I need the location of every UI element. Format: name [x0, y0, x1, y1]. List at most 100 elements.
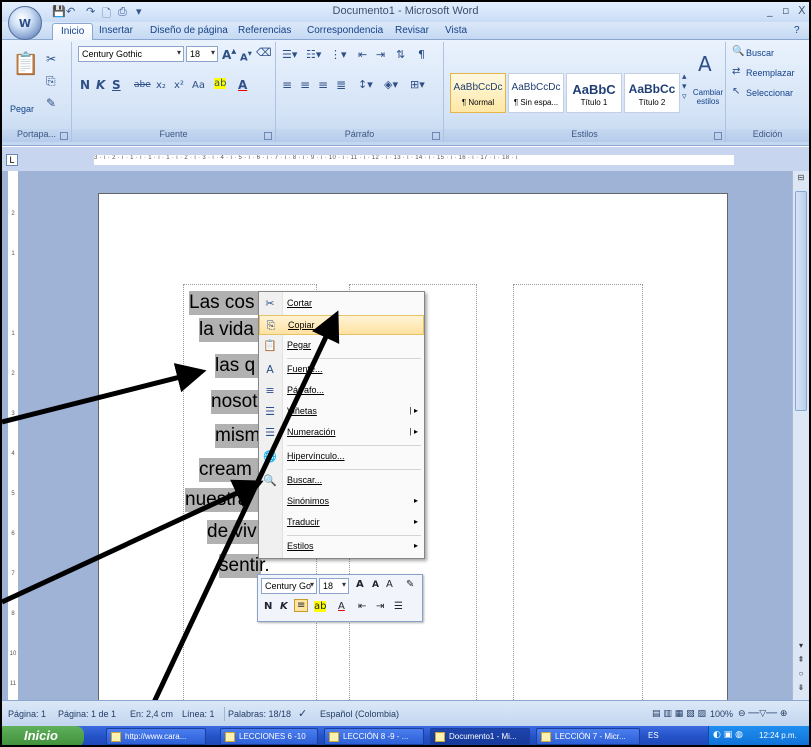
taskbar-item-active[interactable]: Documento1 - Mi...: [430, 728, 530, 745]
paste-icon[interactable]: 📋: [12, 52, 39, 77]
mini-styles-button[interactable]: A: [386, 579, 393, 590]
menu-item-hipervinculo[interactable]: 🌐 Hipervínculo...: [259, 447, 424, 467]
mini-size-combo[interactable]: 18 ▾: [319, 578, 349, 594]
paste-button[interactable]: Pegar: [10, 104, 34, 114]
mini-font-combo[interactable]: Century Go ▾: [261, 578, 317, 594]
taskbar-item[interactable]: http://www.cara...: [106, 728, 206, 745]
numbering-icon[interactable]: ☷▾: [306, 48, 321, 61]
menu-item-numeracion[interactable]: ☰ Numeración | ▸: [259, 423, 424, 443]
scroll-down-icon[interactable]: ▾: [795, 641, 807, 650]
zoom-level[interactable]: 100%: [710, 709, 733, 719]
format-painter-icon[interactable]: ✎: [46, 96, 56, 110]
selected-text-line[interactable]: nosot: [211, 390, 261, 414]
bullets-icon[interactable]: ☰▾: [282, 48, 297, 61]
justify-icon[interactable]: ≣: [336, 78, 346, 92]
menu-item-pegar[interactable]: 📋 Pegar: [259, 336, 424, 356]
tab-selector[interactable]: L: [6, 154, 18, 166]
selected-text-line[interactable]: mism: [215, 424, 261, 448]
tab-correspondencia[interactable]: Correspondencia: [307, 25, 383, 36]
font-launcher-icon[interactable]: [264, 132, 272, 140]
italic-button[interactable]: K: [96, 78, 105, 92]
multilevel-list-icon[interactable]: ⋮▾: [330, 48, 347, 61]
vertical-ruler[interactable]: 2 1 1 2 3 4 5 6 7 8 10 11: [8, 171, 18, 700]
cut-icon[interactable]: ✂: [46, 52, 56, 66]
find-button[interactable]: Buscar: [746, 48, 774, 58]
status-page[interactable]: Página: 1: [8, 709, 46, 719]
style-heading-1[interactable]: AaBbC Título 1: [566, 73, 622, 113]
align-center-icon[interactable]: ≡: [300, 78, 310, 92]
font-family-combo[interactable]: Century Gothic ▾: [78, 46, 184, 62]
menu-item-estilos[interactable]: Estilos ▸: [259, 537, 424, 557]
status-line[interactable]: Línea: 1: [182, 709, 215, 719]
superscript-button[interactable]: x²: [174, 80, 184, 91]
change-styles-button[interactable]: Cambiar estilos: [692, 88, 724, 106]
close-button[interactable]: X: [798, 4, 806, 17]
mini-grow-font-button[interactable]: A: [356, 579, 364, 590]
subscript-button[interactable]: x₂: [156, 80, 166, 91]
highlight-icon[interactable]: ab: [214, 78, 227, 89]
spelling-check-icon[interactable]: ✓: [298, 707, 307, 720]
language-indicator[interactable]: ES: [648, 731, 659, 740]
menu-item-vinetas[interactable]: ☰ Viñetas | ▸: [259, 402, 424, 422]
menu-item-traducir[interactable]: Traducir ▸: [259, 513, 424, 533]
style-no-spacing[interactable]: AaBbCcDc ¶ Sin espa...: [508, 73, 564, 113]
minimize-button[interactable]: _: [767, 4, 773, 17]
tab-diseno-pagina[interactable]: Diseño de página: [150, 25, 228, 36]
grow-font-icon[interactable]: A▴: [222, 46, 236, 62]
menu-item-copiar[interactable]: ⎘ Copiar: [259, 315, 424, 335]
menu-item-cortar[interactable]: ✂ Cortar: [259, 294, 424, 314]
status-words[interactable]: Palabras: 18/18: [228, 709, 291, 719]
ruler-toggle-icon[interactable]: ⊟: [795, 173, 807, 182]
clipboard-launcher-icon[interactable]: [60, 132, 68, 140]
mini-center-button[interactable]: ≡: [294, 599, 309, 612]
mini-bold-button[interactable]: N: [264, 601, 272, 612]
mini-format-painter-button[interactable]: ✎: [406, 579, 414, 590]
start-button[interactable]: Inicio: [2, 726, 84, 745]
decrease-indent-icon[interactable]: ⇤: [358, 48, 367, 61]
taskbar-item[interactable]: LECCIÓN 7 - Micr...: [536, 728, 640, 745]
mini-increase-indent-button[interactable]: ⇥: [376, 601, 384, 612]
select-button[interactable]: Seleccionar: [746, 88, 793, 98]
menu-item-sinonimos[interactable]: Sinónimos ▸: [259, 492, 424, 512]
mini-font-color-button[interactable]: A: [338, 601, 345, 612]
mini-italic-button[interactable]: K: [280, 601, 288, 612]
next-page-icon[interactable]: ⇟: [795, 683, 807, 692]
mini-bullets-button[interactable]: ☰: [394, 601, 403, 612]
selected-text-line[interactable]: nuestra: [185, 488, 261, 512]
align-left-icon[interactable]: ≡: [282, 78, 292, 92]
selected-text-line[interactable]: la vida: [199, 318, 261, 342]
shading-icon[interactable]: ◈▾: [384, 78, 398, 91]
borders-icon[interactable]: ⊞▾: [410, 78, 425, 91]
mini-decrease-indent-button[interactable]: ⇤: [358, 601, 366, 612]
line-spacing-icon[interactable]: ↕▾: [358, 78, 373, 91]
office-button[interactable]: W: [8, 6, 42, 40]
show-marks-icon[interactable]: ¶: [418, 48, 425, 61]
menu-item-fuente[interactable]: A Fuente...: [259, 360, 424, 380]
selected-text-line[interactable]: sentir.: [219, 554, 270, 578]
increase-indent-icon[interactable]: ⇥: [376, 48, 385, 61]
bold-button[interactable]: N: [80, 78, 90, 92]
tab-inicio[interactable]: Inicio: [52, 23, 94, 41]
browse-object-icon[interactable]: ○: [795, 669, 807, 678]
status-pages[interactable]: Página: 1 de 1: [58, 709, 116, 719]
selected-text-line[interactable]: de viv: [207, 520, 261, 544]
selected-text-line[interactable]: Las cos: [189, 291, 261, 315]
menu-item-parrafo[interactable]: ≡ Párrafo...: [259, 381, 424, 401]
change-case-button[interactable]: Aa: [192, 80, 205, 91]
restore-button[interactable]: ▫: [782, 4, 789, 17]
menu-item-buscar[interactable]: 🔍 Buscar...: [259, 471, 424, 491]
horizontal-ruler[interactable]: 3 · ı · 2 · ı · 1 · ı · 1 · ı · 1 · ı · …: [94, 155, 734, 165]
tab-revisar[interactable]: Revisar: [395, 25, 429, 36]
shrink-font-icon[interactable]: A▾: [240, 48, 252, 63]
styles-scroll-icon[interactable]: ▴ ▾ ▿: [682, 72, 687, 102]
font-color-icon[interactable]: A: [238, 78, 247, 92]
change-styles-icon[interactable]: A: [698, 52, 712, 76]
previous-page-icon[interactable]: ⇞: [795, 655, 807, 664]
copy-icon[interactable]: ⎘: [46, 74, 56, 89]
style-heading-2[interactable]: AaBbCc Título 2: [624, 73, 680, 113]
styles-launcher-icon[interactable]: [714, 132, 722, 140]
tray-icons[interactable]: ◐ ▣ ◍: [713, 730, 743, 740]
zoom-slider[interactable]: ⊖ ──▽── ⊕: [738, 709, 787, 719]
sort-icon[interactable]: ⇅: [396, 48, 405, 61]
tab-referencias[interactable]: Referencias: [238, 25, 291, 36]
